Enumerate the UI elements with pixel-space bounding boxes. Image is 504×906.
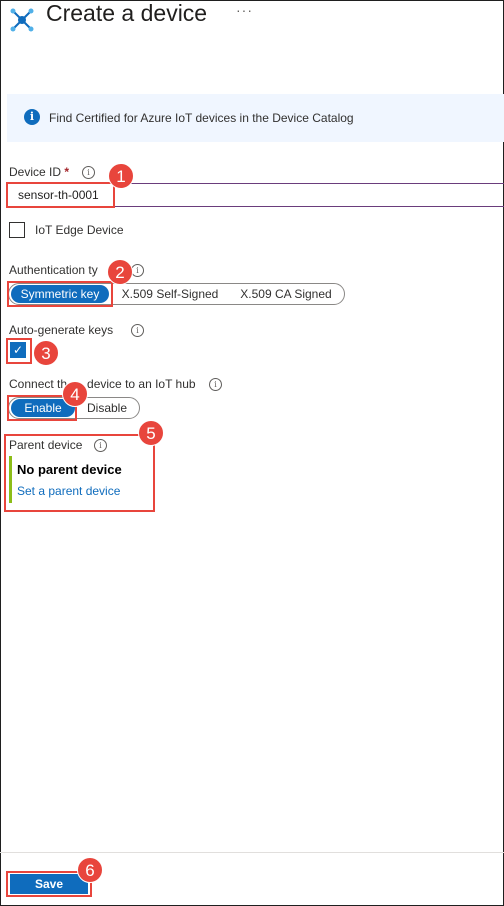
info-icon: i [24,109,40,125]
authentication-label: Authentication ty [9,263,98,277]
callout-badge-6: 6 [77,857,103,883]
callout-box-3 [6,338,32,364]
callout-box-2 [7,281,113,307]
callout-badge-5: 5 [138,420,164,446]
callout-badge-4: 4 [62,381,88,407]
option-disable[interactable]: Disable [78,399,136,417]
callout-badge-2: 2 [107,259,133,285]
callout-badge-3: 3 [33,340,59,366]
more-options-icon[interactable]: ··· [236,2,253,18]
connect-info-icon[interactable]: i [209,378,222,391]
auto-generate-info-icon[interactable]: i [131,324,144,337]
callout-box-5 [4,434,155,512]
banner-text[interactable]: Find Certified for Azure IoT devices in … [49,111,354,125]
device-id-label: Device ID * [9,165,70,179]
callout-badge-1: 1 [108,163,134,189]
connect-iot-hub-label: Connect th device to an IoT hub [9,377,196,391]
page-title: Create a device [46,0,208,26]
device-id-info-icon[interactable]: i [82,166,95,179]
footer-divider [0,852,504,853]
iot-edge-label: IoT Edge Device [35,223,124,237]
required-mark: * [64,165,70,179]
iot-hub-icon [10,8,34,32]
option-x509-ca-signed[interactable]: X.509 CA Signed [233,285,339,303]
option-x509-self-signed[interactable]: X.509 Self-Signed [113,285,227,303]
iot-edge-checkbox[interactable] [9,222,25,238]
callout-box-1 [6,182,115,208]
auto-generate-keys-label: Auto-generate keys [9,323,114,337]
